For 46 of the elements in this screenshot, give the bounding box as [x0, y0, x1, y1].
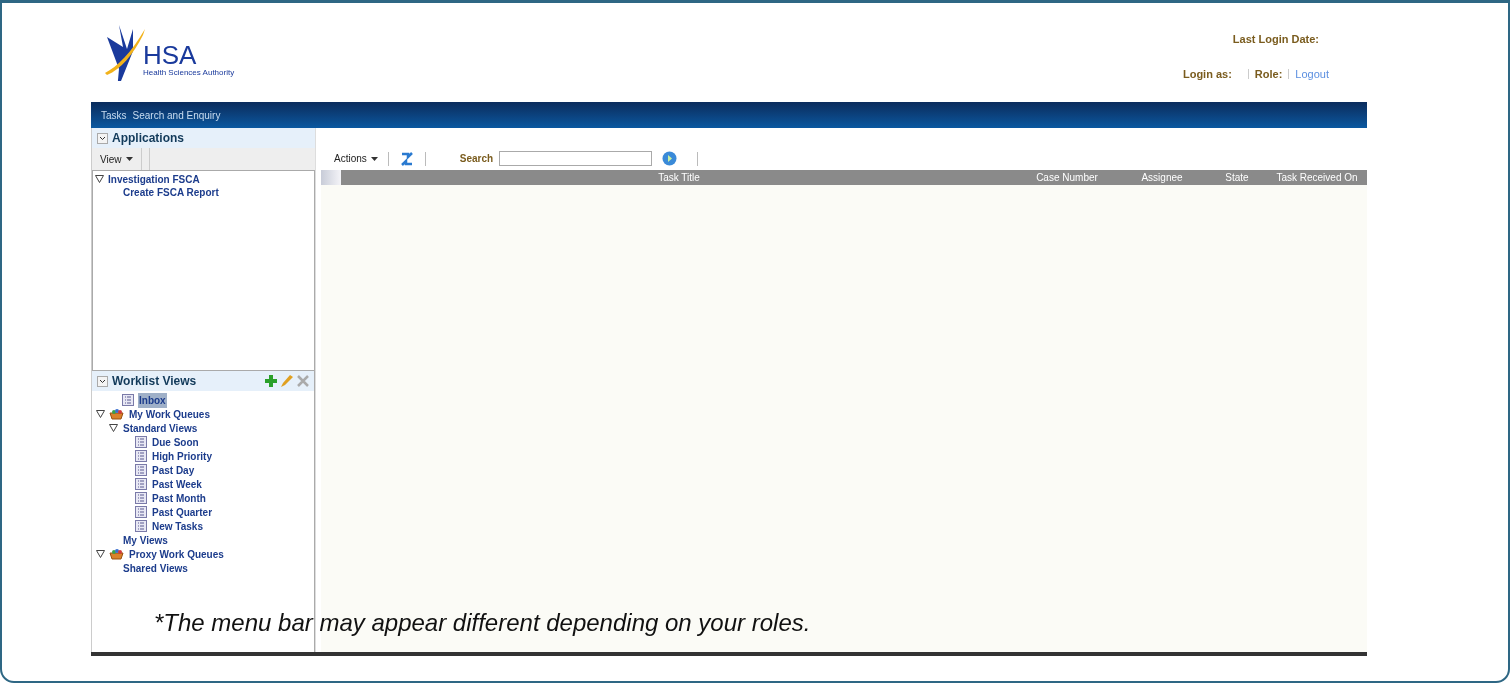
- actions-menu-button[interactable]: Actions: [334, 151, 378, 166]
- menu-item[interactable]: Search and Enquiry: [132, 107, 221, 123]
- tree-item[interactable]: Due Soon: [151, 434, 200, 450]
- collapse-triangle-icon[interactable]: [95, 175, 104, 183]
- tree-item[interactable]: Create FSCA Report: [123, 185, 219, 200]
- login-as-label: Login as:: [1182, 66, 1232, 82]
- panel-title: Applications: [112, 130, 184, 147]
- menu-item[interactable]: Tasks: [101, 107, 127, 123]
- basket-icon: [109, 408, 124, 420]
- list-icon: [135, 450, 147, 462]
- tree-item[interactable]: Investigation FSCA: [108, 171, 200, 187]
- collapse-icon[interactable]: [97, 375, 108, 387]
- tree-item[interactable]: Standard Views: [122, 420, 199, 436]
- list-icon: [135, 464, 147, 476]
- role-label: Role:: [1254, 66, 1283, 82]
- tree-item[interactable]: Past Week: [151, 476, 203, 492]
- tree-item[interactable]: Past Day: [151, 462, 196, 478]
- caret-icon: [370, 156, 378, 161]
- tree-item[interactable]: Inbox: [138, 392, 167, 408]
- caret-icon: [125, 157, 133, 161]
- collapse-triangle-icon[interactable]: [96, 550, 105, 558]
- panel-title: Worklist Views: [112, 373, 197, 390]
- tree-item[interactable]: My Views: [122, 532, 169, 548]
- tree-item[interactable]: Proxy Work Queues: [128, 546, 225, 562]
- list-icon: [135, 436, 147, 448]
- logo-subtitle: Health Sciences Authority: [143, 68, 235, 77]
- last-login-label: Last Login Date:: [1232, 32, 1319, 47]
- tree-item[interactable]: High Priority: [151, 448, 213, 464]
- list-icon: [135, 506, 147, 518]
- list-icon: [135, 478, 147, 490]
- tree-item[interactable]: New Tasks: [151, 518, 204, 534]
- collapse-icon[interactable]: [97, 132, 108, 144]
- search-field[interactable]: [499, 151, 653, 166]
- tree-item[interactable]: Past Month: [151, 490, 207, 506]
- list-icon: [122, 394, 134, 406]
- tree-item[interactable]: Past Quarter: [151, 504, 214, 520]
- go-icon[interactable]: [662, 151, 678, 166]
- search-label: Search: [459, 152, 494, 166]
- tree-item[interactable]: Shared Views: [122, 560, 189, 576]
- logo-name: HSA: [143, 42, 198, 68]
- caption-note: *The menu bar may appear different depending on your roles.: [154, 608, 811, 638]
- list-icon: [135, 492, 147, 504]
- add-icon[interactable]: [265, 375, 277, 387]
- basket-icon: [109, 548, 124, 560]
- list-icon: [135, 520, 147, 532]
- tree-item[interactable]: My Work Queues: [128, 406, 211, 422]
